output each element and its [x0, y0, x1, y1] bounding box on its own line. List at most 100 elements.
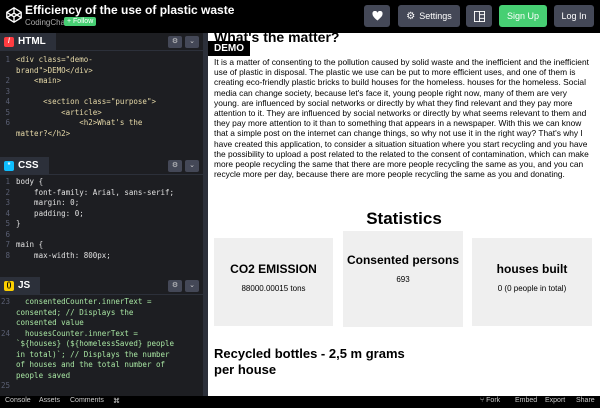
js-code-editor[interactable]: 23 consentedCounter.innerText = consented… [0, 297, 203, 395]
css-code-line: 3 margin: 0; [0, 198, 203, 209]
share-button[interactable]: Share [576, 397, 595, 404]
settings-button[interactable]: ⚙ Settings [398, 5, 460, 27]
js-line-text: people saved [16, 370, 71, 380]
css-line-text: margin: 0; [16, 198, 80, 207]
js-settings-icon[interactable]: ⚙ [168, 280, 182, 292]
console-button[interactable]: Console [5, 397, 31, 404]
comments-button[interactable]: Comments [70, 397, 104, 404]
top-header: Efficiency of the use of plastic waste C… [0, 0, 600, 33]
author-name[interactable]: CodingChar [25, 18, 68, 27]
css-line-number: 3 [5, 198, 10, 207]
html-line-number: 1 [5, 55, 10, 64]
html-line-text: <h2>What's the [16, 118, 143, 127]
shortcuts-button[interactable]: ⌘ [113, 397, 120, 405]
gear-icon: ⚙ [406, 10, 416, 22]
html-line-text: <article> [16, 107, 102, 117]
css-line-number: 8 [5, 250, 10, 260]
js-line-number: 23 [0, 297, 10, 306]
js-line-text: consentedCounter.innerText = [16, 297, 152, 306]
embed-button[interactable]: Embed [515, 397, 537, 404]
fork-button[interactable]: ⑂ Fork [480, 397, 500, 404]
demo-brand: DEMO [208, 41, 250, 56]
signup-button[interactable]: Sign Up [499, 5, 547, 27]
heart-button[interactable] [364, 5, 390, 27]
js-line-number [0, 318, 16, 329]
js-line-text: in total)`; // Displays the number [16, 349, 170, 359]
js-panel-tab[interactable]: () JS [0, 276, 41, 295]
html-code-line: matter?</h2> [0, 129, 203, 140]
login-button[interactable]: Log In [554, 5, 594, 27]
css-chevron-down-icon[interactable]: ⌄ [185, 160, 199, 172]
consented-card-title: Consented persons [346, 253, 460, 267]
change-view-button[interactable] [466, 5, 492, 27]
houses-card-value: 0 (0 people in total) [497, 284, 567, 293]
css-code-editor[interactable]: 1 body {2 font-family: Arial, sans-serif;… [0, 177, 203, 269]
html-code-line: 5 <article> [0, 108, 203, 119]
html-chevron-down-icon[interactable]: ⌄ [185, 36, 199, 48]
fork-icon: ⑂ [480, 397, 485, 404]
css-line-number: 7 [5, 240, 10, 249]
html-line-text: brand">DEMO</div> [16, 65, 93, 75]
follow-button[interactable]: + Follow [64, 17, 97, 26]
js-code-line: 25 [0, 381, 203, 392]
js-code-line: 24 housesCounter.innerText = [0, 329, 203, 340]
js-code-line: in total)`; // Displays the number [0, 350, 203, 361]
consented-card-value: 693 [396, 275, 410, 284]
pen-title[interactable]: Efficiency of the use of plastic waste [25, 3, 234, 17]
css-panel-tab[interactable]: * CSS [0, 156, 49, 175]
html-code-line: 6 <h2>What's the [0, 118, 203, 129]
recycled-heading: Recycled bottles - 2,5 m grams per house [214, 346, 405, 377]
js-code-line: consented value [0, 318, 203, 329]
css-line-number: 4 [5, 208, 10, 218]
js-line-number [0, 339, 16, 350]
houses-card: houses built 0 (0 people in total) [472, 238, 592, 326]
html-line-number: 3 [5, 86, 10, 96]
co2-card-value: 88000.00015 tons [241, 284, 306, 293]
html-line-number: 2 [5, 76, 10, 85]
html-code-line: 2 <main> [0, 76, 203, 87]
js-code-line: 23 consentedCounter.innerText = [0, 297, 203, 308]
js-line-text: of houses and the total number of [16, 360, 166, 369]
html-line-text: matter?</h2> [16, 128, 71, 138]
html-line-text: <section class="purpose"> [16, 97, 156, 106]
html-settings-icon[interactable]: ⚙ [168, 36, 182, 48]
html-panel-label: HTML [18, 36, 46, 47]
css-code-line: 2 font-family: Arial, sans-serif; [0, 188, 203, 199]
html-code-line: 3 [0, 87, 203, 98]
settings-label: Settings [419, 11, 452, 21]
purpose-paragraph: It is a matter of consenting to the poll… [214, 57, 589, 180]
css-line-text: font-family: Arial, sans-serif; [16, 187, 175, 197]
assets-button[interactable]: Assets [39, 397, 60, 404]
codepen-logo-icon[interactable] [5, 6, 23, 24]
bottom-bar: Console Assets Comments ⌘ ⑂ Fork Embed E… [0, 396, 600, 408]
co2-card-title: CO2 EMISSION [230, 262, 317, 276]
js-line-number [0, 360, 16, 371]
export-button[interactable]: Export [545, 397, 565, 404]
css-settings-icon[interactable]: ⚙ [168, 160, 182, 172]
html-line-text: <main> [16, 76, 62, 85]
html-icon: / [4, 36, 14, 47]
js-code-line: `${houses} (${homelessSaved} people [0, 339, 203, 350]
js-line-text: consented; // Displays the [16, 307, 134, 317]
html-code-line: 1 <div class="demo- [0, 55, 203, 66]
html-panel-tab[interactable]: / HTML [0, 32, 56, 51]
js-code-line: people saved [0, 371, 203, 382]
css-line-text: body { [16, 177, 44, 186]
css-line-text: } [16, 219, 21, 228]
css-line-number: 6 [5, 229, 10, 239]
js-line-number: 24 [0, 328, 10, 338]
html-code-editor[interactable]: 1 <div class="demo-brand">DEMO</div> 2 <ma… [0, 55, 203, 149]
js-chevron-down-icon[interactable]: ⌄ [185, 280, 199, 292]
css-code-line: 4 padding: 0; [0, 209, 203, 220]
js-line-number [0, 350, 16, 361]
heart-icon [371, 11, 383, 21]
css-panel-label: CSS [18, 160, 39, 171]
js-line-text: consented value [16, 318, 84, 327]
html-code-line: brand">DEMO</div> [0, 66, 203, 77]
js-code-line: consented; // Displays the [0, 308, 203, 319]
houses-card-title: houses built [496, 262, 568, 276]
html-line-number [0, 129, 16, 140]
css-line-text: max-width: 800px; [16, 250, 111, 260]
css-code-line: 7 main { [0, 240, 203, 251]
css-code-line: 1 body { [0, 177, 203, 188]
